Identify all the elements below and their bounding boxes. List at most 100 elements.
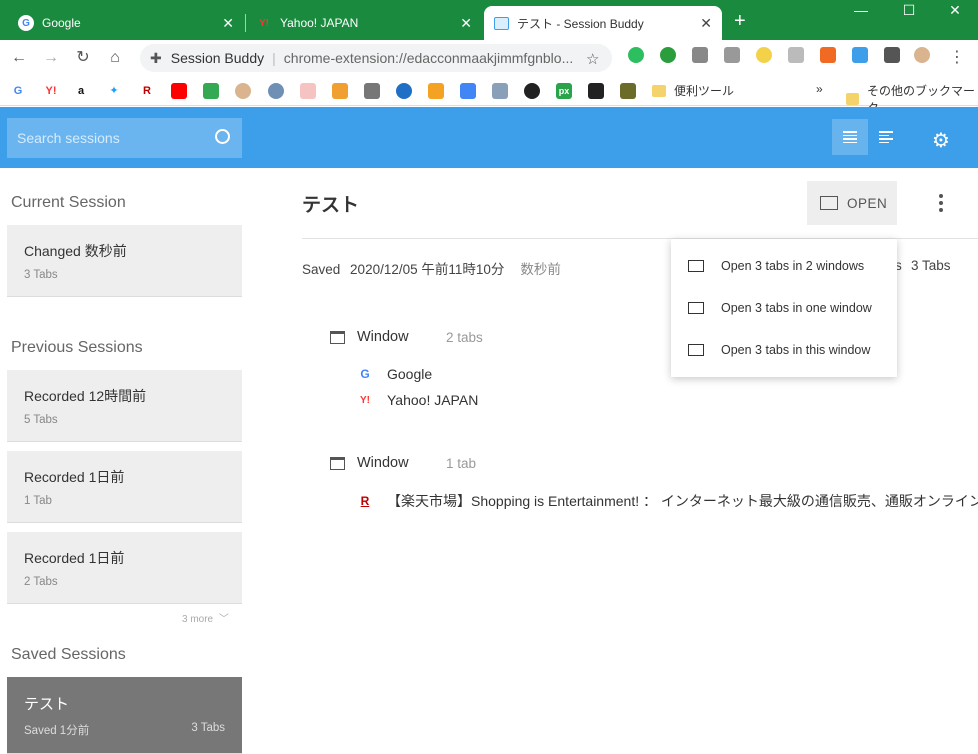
window-label[interactable]: Window (357, 455, 446, 471)
bookmark-folder-tools[interactable]: 便利ツール (652, 82, 734, 99)
show-more-link[interactable]: 3 more ﹀ (182, 610, 229, 625)
session-tab-count: 5 Tabs (24, 414, 58, 426)
avatar-bookmark-icon[interactable] (235, 83, 251, 99)
amazon-bookmark-icon[interactable]: a (73, 83, 89, 99)
session-tab-count: 2 Tabs (24, 576, 58, 588)
show-more-label: 3 more (182, 614, 214, 625)
tab-title: テスト - Session Buddy (517, 16, 644, 31)
ads-bookmark-icon[interactable] (460, 83, 476, 99)
reload-icon[interactable]: ↻ (72, 47, 94, 69)
s-bookmark-icon[interactable] (396, 83, 412, 99)
open-button[interactable]: OPEN (807, 181, 897, 225)
this-window-icon (688, 344, 704, 356)
saved-session-card[interactable]: テスト Saved 1分前 3 Tabs (7, 677, 242, 754)
menu-item-emphasis: 2 windows (805, 259, 865, 273)
session-tab-count: 1 Tab (24, 495, 52, 507)
google-bookmark-icon[interactable]: G (10, 83, 26, 99)
circle-bookmark-icon[interactable] (524, 83, 540, 99)
bird-bookmark-icon[interactable] (268, 83, 284, 99)
cloud-bookmark-icon[interactable] (492, 83, 508, 99)
bookmark-star-icon[interactable]: ☆ (586, 50, 599, 68)
window-close-icon[interactable]: ✕ (932, 2, 978, 19)
star-bookmark-icon[interactable] (332, 83, 348, 99)
card-bookmark-icon[interactable] (300, 83, 316, 99)
session-title: Recorded 12時間前 (24, 388, 147, 404)
saved-date: 2020/12/05 午前11時10分 (350, 262, 505, 277)
forward-icon[interactable]: → (40, 47, 62, 69)
u-bookmark-icon[interactable] (620, 83, 636, 99)
folder-icon (846, 93, 859, 105)
text-view-button[interactable] (868, 119, 904, 155)
current-session-card[interactable]: Changed 数秒前 3 Tabs (7, 225, 242, 297)
search-box[interactable] (7, 118, 242, 158)
search-input[interactable] (17, 130, 207, 146)
window-label[interactable]: Window (357, 329, 446, 345)
bulb-extension-icon[interactable] (756, 47, 772, 63)
bookmark-overflow-label: » (816, 82, 823, 96)
page-title[interactable]: テスト (302, 190, 359, 217)
evernote-extension-icon[interactable] (628, 47, 644, 63)
dash-bookmark-icon[interactable] (588, 83, 604, 99)
photo-bookmark-icon[interactable] (364, 83, 380, 99)
analytics-bookmark-icon[interactable] (428, 83, 444, 99)
previous-session-card[interactable]: Recorded 1日前 1 Tab (7, 451, 242, 523)
search-icon[interactable] (215, 129, 230, 144)
session-tab-count: 3 Tabs (24, 269, 58, 281)
browser-tab-yahoo[interactable]: Y! Yahoo! JAPAN ✕ (246, 6, 482, 40)
drive-bookmark-icon[interactable] (203, 83, 219, 99)
note-extension-icon[interactable] (788, 47, 804, 63)
address-url: chrome-extension://edacconmaakjimmfgnblo… (283, 50, 574, 66)
browser-tab-google[interactable]: G Google ✕ (8, 6, 246, 40)
settings-gear-icon[interactable]: ⚙ (932, 128, 950, 153)
rakuten-bookmark-icon[interactable]: R (139, 83, 155, 99)
google-favicon-icon: G (360, 367, 370, 381)
chart-extension-icon[interactable] (820, 47, 836, 63)
tab-title: Google (42, 16, 81, 30)
menu-item-open-2-windows[interactable]: Open 3 tabs in 2 windows (688, 259, 864, 273)
menu-item-open-this-window[interactable]: Open 3 tabs in this window (688, 343, 870, 357)
profile-avatar[interactable] (914, 47, 930, 63)
chrome-menu-icon[interactable]: ⋮ (946, 47, 968, 69)
previous-session-card[interactable]: Recorded 1日前 2 Tabs (7, 532, 242, 604)
yahoo-bookmark-icon[interactable]: Y! (43, 83, 59, 99)
twitter-bookmark-icon[interactable]: ✦ (106, 83, 122, 99)
close-icon[interactable]: ✕ (222, 15, 234, 32)
tab-title: 【楽天市場】Shopping is Entertainment! ： インターネ… (387, 493, 978, 509)
session-tab-count: s 3 Tabs (895, 258, 951, 273)
open-button-label: OPEN (847, 195, 888, 211)
address-bar[interactable]: ✚ Session Buddy | chrome-extension://eda… (140, 44, 612, 72)
extension-puzzle-icon: ✚ (150, 49, 162, 66)
new-tab-button[interactable]: + (734, 11, 746, 31)
bookmark-overflow[interactable]: » (816, 82, 823, 96)
px-bookmark-icon[interactable]: px (556, 83, 572, 99)
menu-item-emphasis: this window (805, 343, 871, 357)
minimize-icon[interactable]: — (838, 2, 884, 18)
yahoo-favicon-icon: Y! (360, 394, 370, 406)
more-options-icon[interactable] (939, 194, 943, 212)
back-icon[interactable]: ← (8, 47, 30, 69)
home-icon[interactable]: ⌂ (104, 47, 126, 69)
current-session-heading: Current Session (11, 194, 126, 211)
browser-tab-session-buddy[interactable]: テスト - Session Buddy ✕ (484, 6, 722, 40)
tab-item[interactable]: R 【楽天市場】Shopping is Entertainment! ： インタ… (358, 491, 978, 511)
previous-session-card[interactable]: Recorded 12時間前 5 Tabs (7, 370, 242, 442)
window-group: Window 2 tabs (330, 329, 483, 345)
menu-item-emphasis: one window (805, 301, 872, 315)
drive-extension-icon[interactable] (692, 47, 708, 63)
window-icon (330, 456, 345, 470)
maximize-icon[interactable]: ☐ (886, 2, 932, 19)
extensions-puzzle-icon[interactable] (884, 47, 900, 63)
close-icon[interactable]: ✕ (700, 15, 712, 32)
close-icon[interactable]: ✕ (460, 15, 472, 32)
window-group: Window 1 tab (330, 455, 476, 471)
list-view-button[interactable] (832, 119, 868, 155)
youtube-bookmark-icon[interactable] (171, 83, 187, 99)
site-name: Session Buddy (170, 50, 265, 66)
tab-item[interactable]: Y! Yahoo! JAPAN (358, 392, 478, 408)
session-buddy-extension-icon[interactable] (852, 47, 868, 63)
menu-item-open-one-window[interactable]: Open 3 tabs in one window (688, 301, 872, 315)
session-title: Changed 数秒前 (24, 243, 127, 259)
rss-extension-icon[interactable] (724, 47, 740, 63)
tab-item[interactable]: G Google (358, 366, 432, 382)
w-extension-icon[interactable] (660, 47, 676, 63)
